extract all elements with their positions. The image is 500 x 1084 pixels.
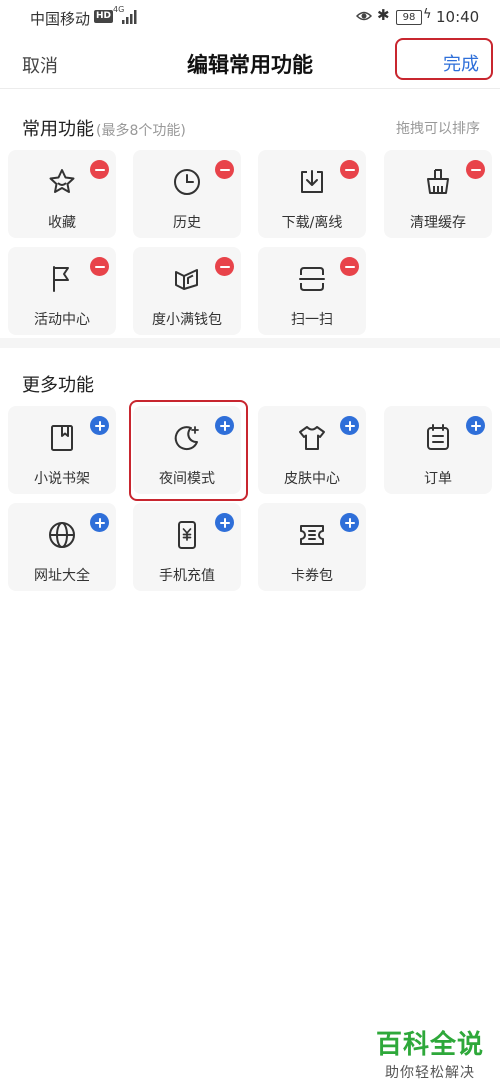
shirt-icon — [296, 422, 328, 454]
function-label: 订单 — [424, 471, 452, 487]
broom-icon — [422, 166, 454, 198]
function-tile-order[interactable]: 订单 — [384, 406, 492, 494]
function-label: 历史 — [173, 215, 201, 231]
common-title: 常用功能 — [22, 119, 94, 140]
function-tile-wallet[interactable]: 度小满钱包 — [133, 247, 241, 335]
function-tile-download[interactable]: 下载/离线 — [258, 150, 366, 238]
phone-recharge-icon — [171, 519, 203, 551]
flag-icon — [46, 263, 78, 295]
function-tile-globe[interactable]: 网址大全 — [8, 503, 116, 591]
scan-icon — [296, 263, 328, 295]
function-tile-book[interactable]: 小说书架 — [8, 406, 116, 494]
remove-icon[interactable] — [215, 160, 234, 179]
more-title: 更多功能 — [22, 375, 94, 396]
function-tile-phone-recharge[interactable]: 手机充值 — [133, 503, 241, 591]
bluetooth-icon: ✱ — [377, 6, 390, 24]
done-label: 完成 — [443, 54, 479, 75]
function-label: 小说书架 — [34, 471, 90, 487]
function-tile-broom[interactable]: 清理缓存 — [384, 150, 492, 238]
more-functions-section: 更多功能 小说书架 夜间模式 皮肤中心 订单 网址大全 手机充值 卡券包 — [0, 356, 500, 596]
clock-time: 10:40 — [436, 8, 480, 26]
watermark-title: 百科全说 — [375, 1030, 484, 1060]
top-nav-bar: 取消 编辑常用功能 完成 — [0, 36, 500, 89]
done-button[interactable]: 完成 — [395, 38, 493, 80]
remove-icon[interactable] — [466, 160, 485, 179]
common-functions-section: 常用功能 (最多8个功能) 拖拽可以排序 收藏 历史 下载/离线 清理缓存活动中心 度小满… — [0, 100, 500, 338]
eye-comfort-icon — [356, 11, 372, 21]
hd-badge: HD — [94, 10, 114, 23]
function-label: 清理缓存 — [410, 215, 466, 231]
function-tile-coupon[interactable]: 卡券包 — [258, 503, 366, 591]
function-tile-star[interactable]: 收藏 — [8, 150, 116, 238]
clock-icon — [171, 166, 203, 198]
star-icon — [46, 166, 78, 198]
function-label: 活动中心 — [34, 312, 90, 328]
wallet-icon — [171, 263, 203, 295]
globe-icon — [46, 519, 78, 551]
function-tile-shirt[interactable]: 皮肤中心 — [258, 406, 366, 494]
function-label: 皮肤中心 — [284, 471, 340, 487]
function-label: 卡券包 — [291, 568, 333, 584]
watermark-subtitle: 助你轻松解决 — [384, 1065, 475, 1081]
add-icon[interactable] — [340, 416, 359, 435]
watermark-logo: 百科全说 助你轻松解决 — [376, 1024, 484, 1082]
function-label: 手机充值 — [159, 568, 215, 584]
night-mode-highlight — [129, 400, 248, 501]
section-divider — [0, 338, 500, 348]
drag-sort-hint: 拖拽可以排序 — [396, 121, 480, 137]
signal-icon — [122, 10, 137, 24]
function-label: 收藏 — [48, 215, 76, 231]
remove-icon[interactable] — [90, 257, 109, 276]
function-label: 度小满钱包 — [152, 312, 222, 328]
function-tile-flag[interactable]: 活动中心 — [8, 247, 116, 335]
order-icon — [422, 422, 454, 454]
function-tile-clock[interactable]: 历史 — [133, 150, 241, 238]
function-label: 下载/离线 — [281, 215, 343, 231]
add-icon[interactable] — [215, 513, 234, 532]
remove-icon[interactable] — [340, 257, 359, 276]
function-tile-scan[interactable]: 扫一扫 — [258, 247, 366, 335]
battery-icon: 98 — [396, 10, 422, 25]
download-icon — [296, 166, 328, 198]
remove-icon[interactable] — [90, 160, 109, 179]
section-title-common: 常用功能 (最多8个功能) — [22, 115, 186, 141]
charging-icon: ϟ — [423, 7, 432, 22]
book-icon — [46, 422, 78, 454]
carrier-name: 中国移动 — [30, 10, 91, 28]
add-icon[interactable] — [466, 416, 485, 435]
function-label: 扫一扫 — [291, 312, 333, 328]
common-limit-hint: (最多8个功能) — [96, 123, 186, 139]
remove-icon[interactable] — [340, 160, 359, 179]
coupon-icon — [296, 519, 328, 551]
add-icon[interactable] — [90, 416, 109, 435]
status-bar: 中国移动 HD 4G ✱ 98 ϟ 10:40 — [0, 0, 500, 36]
add-icon[interactable] — [90, 513, 109, 532]
add-icon[interactable] — [340, 513, 359, 532]
function-label: 网址大全 — [34, 568, 90, 584]
remove-icon[interactable] — [215, 257, 234, 276]
